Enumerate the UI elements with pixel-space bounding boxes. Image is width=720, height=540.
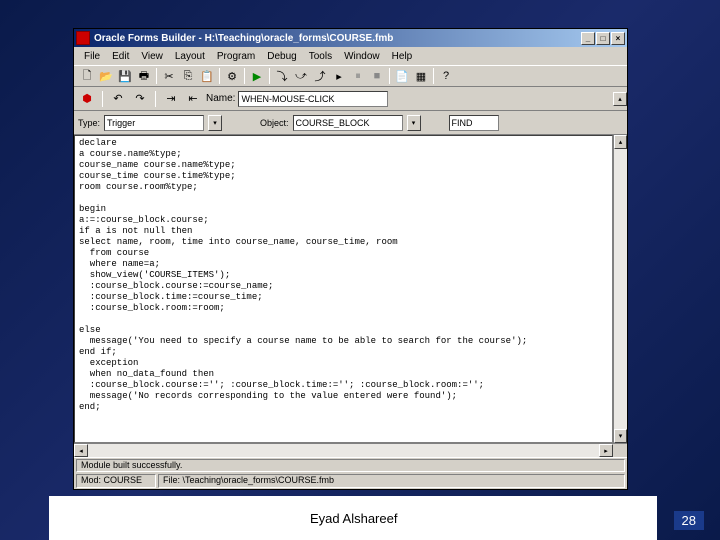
app-icon xyxy=(76,31,90,45)
titlebar: Oracle Forms Builder - H:\Teaching\oracl… xyxy=(74,29,627,47)
extra-input[interactable] xyxy=(449,115,499,131)
page-number: 28 xyxy=(674,511,704,530)
status-message: Module built successfully. xyxy=(76,459,625,472)
scroll-up-button[interactable]: ▴ xyxy=(614,135,627,149)
save-icon[interactable]: 💾 xyxy=(116,67,134,85)
status-module: Mod: COURSE xyxy=(76,474,156,488)
scroll-down-button[interactable]: ▾ xyxy=(614,429,627,443)
menu-window[interactable]: Window xyxy=(338,49,386,64)
type-dropdown-icon[interactable]: ▾ xyxy=(208,115,222,131)
menu-help[interactable]: Help xyxy=(386,49,419,64)
name-input[interactable] xyxy=(238,91,388,107)
object-input[interactable] xyxy=(293,115,403,131)
minimize-button[interactable]: _ xyxy=(581,32,595,45)
indent-icon[interactable]: ⇥ xyxy=(162,90,180,108)
open-icon[interactable]: 📂 xyxy=(97,67,115,85)
form-icon[interactable]: 📄 xyxy=(393,67,411,85)
wizard-icon[interactable]: ⚙ xyxy=(223,67,241,85)
step-over-icon[interactable]: ⤻ xyxy=(292,67,310,85)
scroll-track[interactable] xyxy=(614,149,627,429)
object-label: Object: xyxy=(260,118,289,128)
hscroll-track[interactable] xyxy=(88,444,599,457)
menu-edit[interactable]: Edit xyxy=(106,49,135,64)
author-label: Eyad Alshareef xyxy=(310,511,397,526)
editor-area: declare a course.name%type; course_name … xyxy=(74,135,627,443)
undo-icon[interactable]: ↶ xyxy=(109,90,127,108)
type-input[interactable] xyxy=(104,115,204,131)
print-icon[interactable]: 🖶 xyxy=(135,67,153,85)
scroll-left-button[interactable]: ◂ xyxy=(74,444,88,457)
cut-icon[interactable]: ✂ xyxy=(160,67,178,85)
type-label: Type: xyxy=(78,118,100,128)
menu-tools[interactable]: Tools xyxy=(303,49,338,64)
scroll-right-button[interactable]: ▸ xyxy=(599,444,613,457)
step-out-icon[interactable]: ⤴ xyxy=(311,67,329,85)
compile-icon[interactable]: ⬢ xyxy=(78,90,96,108)
menubar: File Edit View Layout Program Debug Tool… xyxy=(74,47,627,65)
redo-icon[interactable]: ↷ xyxy=(131,90,149,108)
go-icon[interactable]: ▸ xyxy=(330,67,348,85)
step-into-icon[interactable]: ⤵ xyxy=(273,67,291,85)
paste-icon[interactable]: 📋 xyxy=(198,67,216,85)
menu-program[interactable]: Program xyxy=(211,49,261,64)
menu-view[interactable]: View xyxy=(135,49,169,64)
help-icon[interactable]: ? xyxy=(437,67,455,85)
copy-icon[interactable]: ⎘ xyxy=(179,67,197,85)
main-toolbar: 🗋 📂 💾 🖶 ✂ ⎘ 📋 ⚙ ▶ ⤵ ⤻ ⤴ ▸ ⏸ ■ 📄 ▦ ? xyxy=(74,65,627,87)
slide-footer: Eyad Alshareef 28 xyxy=(0,496,720,540)
name-label: Name: xyxy=(206,93,235,104)
statusbar-2: Mod: COURSE File: \Teaching\oracle_forms… xyxy=(74,473,627,489)
app-window: Oracle Forms Builder - H:\Teaching\oracl… xyxy=(73,28,628,490)
outdent-icon[interactable]: ⇤ xyxy=(184,90,202,108)
secondary-toolbar: ⬢ ↶ ↷ ⇥ ⇤ Name: ▴ xyxy=(74,87,627,111)
status-file: File: \Teaching\oracle_forms\COURSE.fmb xyxy=(158,474,625,488)
context-bar: Type: ▾ Object: ▾ xyxy=(74,111,627,135)
menu-debug[interactable]: Debug xyxy=(261,49,302,64)
horizontal-scrollbar[interactable]: ◂ ▸ xyxy=(74,443,627,457)
window-title: Oracle Forms Builder - H:\Teaching\oracl… xyxy=(94,33,581,44)
close-button[interactable]: × xyxy=(611,32,625,45)
code-editor[interactable]: declare a course.name%type; course_name … xyxy=(74,135,613,443)
pause-icon[interactable]: ⏸ xyxy=(349,67,367,85)
statusbar-1: Module built successfully. xyxy=(74,457,627,473)
layout-icon[interactable]: ▦ xyxy=(412,67,430,85)
scroll-up-icon[interactable]: ▴ xyxy=(613,92,627,106)
run-icon[interactable]: ▶ xyxy=(248,67,266,85)
menu-file[interactable]: File xyxy=(78,49,106,64)
new-icon[interactable]: 🗋 xyxy=(78,67,96,85)
object-dropdown-icon[interactable]: ▾ xyxy=(407,115,421,131)
menu-layout[interactable]: Layout xyxy=(169,49,211,64)
stop-icon[interactable]: ■ xyxy=(368,67,386,85)
vertical-scrollbar[interactable]: ▴ ▾ xyxy=(613,135,627,443)
maximize-button[interactable]: □ xyxy=(596,32,610,45)
